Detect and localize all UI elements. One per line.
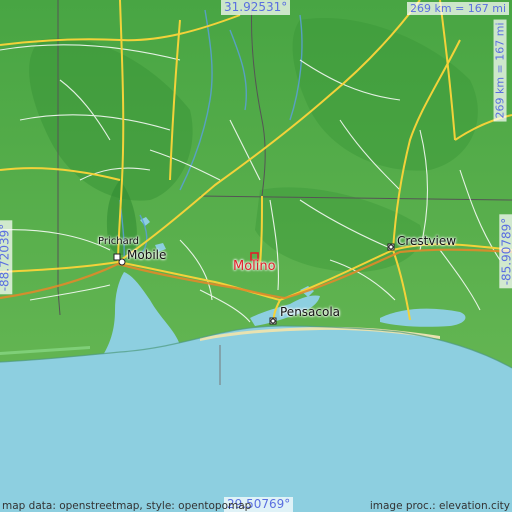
scale-top: 269 km = 167 mi [407,2,510,15]
map-canvas [0,0,512,385]
place-label-molino[interactable]: Molino [233,259,276,274]
credit-image-proc: image proc.: elevation.city [369,500,510,512]
place-label-mobile[interactable]: Mobile [127,248,166,262]
map-view[interactable]: 31.92531° 29.50769° -88.72039° -85.90789… [0,0,512,512]
coordinate-right: -85.90789° [499,214,512,289]
coordinate-top: 31.92531° [221,0,291,15]
credit-map-data: map data: openstreetmap, style: opentopo… [2,500,252,512]
place-label-crestview[interactable]: Crestview [397,234,456,248]
coordinate-left: -88.72039° [0,220,13,295]
place-label-pensacola[interactable]: Pensacola [280,305,340,319]
scale-right: 269 km = 167 mi [493,19,507,122]
place-label-prichard[interactable]: Prichard [98,236,139,247]
